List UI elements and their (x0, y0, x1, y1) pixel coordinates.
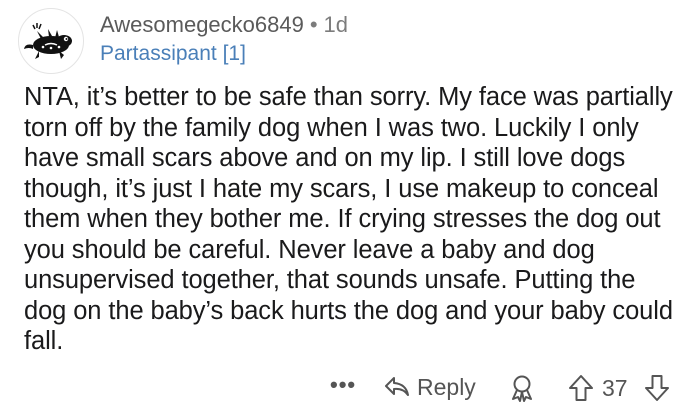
separator-dot: • (309, 12, 318, 37)
comment-meta: Awesomegecko6849 • 1d Partassipant [1] (100, 12, 348, 66)
avatar[interactable] (18, 8, 84, 74)
reply-label: Reply (417, 373, 476, 400)
more-options-button[interactable]: ••• (330, 372, 356, 398)
upvote-arrow-icon[interactable] (568, 374, 594, 402)
reply-arrow-icon (385, 377, 409, 396)
comment: Awesomegecko6849 • 1d Partassipant [1] NTA… (0, 0, 700, 410)
vote-score: 37 (602, 375, 628, 401)
user-flair: Partassipant [1] (100, 42, 246, 65)
username[interactable]: Awesomegecko6849 (100, 12, 304, 37)
downvote-arrow-icon[interactable] (644, 374, 670, 402)
comment-actions: ••• Reply 37 (0, 370, 700, 406)
award-icon[interactable] (508, 374, 536, 402)
comment-body: NTA, it’s better to be safe than sorry. … (24, 83, 673, 355)
meta-line: Awesomegecko6849 • 1d (100, 12, 348, 38)
gecko-avatar-icon (20, 10, 82, 72)
comment-age: 1d (323, 12, 349, 37)
reply-button[interactable]: Reply (383, 370, 476, 404)
